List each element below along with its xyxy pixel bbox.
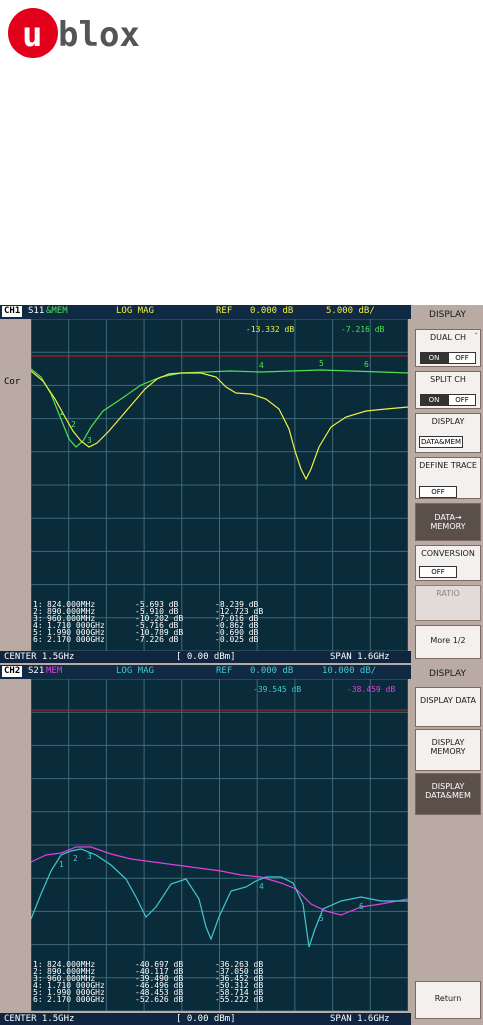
ch1-marker-value-b: -0.025 dB	[215, 635, 259, 644]
ch2-marker-label: 3	[87, 852, 92, 861]
ch2-ref-label: REF	[216, 666, 233, 676]
data-to-memory-label: DATA→ MEMORY	[430, 513, 466, 531]
more-label: More 1/2	[430, 636, 466, 645]
ch2-marker-label: 1	[59, 860, 64, 869]
display-data-softkey[interactable]: DISPLAY DATA	[415, 687, 481, 727]
ch1-marker-readout-2: -7.216 dB	[341, 325, 385, 334]
ch2-marker-label: 4	[259, 882, 264, 891]
split-ch-off[interactable]: OFF	[448, 394, 476, 406]
ch2-power: [ 0.00 dBm]	[176, 1014, 236, 1024]
ch2-marker-value-a: -52.626 dB	[135, 995, 183, 1004]
ch2-format: LOG MAG	[116, 666, 154, 676]
ch1-marker-label: 4	[259, 361, 264, 370]
more-softkey[interactable]: More 1/2	[415, 625, 481, 659]
ch1-marker-label: 3	[87, 436, 92, 445]
ch1-marker-label: 2	[71, 420, 76, 429]
return-label: Return	[434, 994, 462, 1003]
ch2-marker-value-b: -55.222 dB	[215, 995, 263, 1004]
correction-indicator: Cor	[4, 377, 21, 387]
display-datamem-label: DISPLAY DATA&MEM	[425, 782, 471, 800]
ch2-marker-readout-1: -39.545 dB	[253, 685, 301, 694]
define-trace-softkey[interactable]: DEFINE TRACE OFF	[415, 457, 481, 499]
network-analyzer-screen: CH1 S11 &MEM LOG MAG REF 0.000 dB 5.000 …	[0, 305, 483, 1025]
data-to-memory-softkey[interactable]: DATA→ MEMORY	[415, 503, 481, 541]
display-label: DISPLAY	[431, 417, 465, 426]
ch2-marker-label: 5	[319, 914, 324, 923]
dual-ch-label: DUAL CH	[429, 333, 467, 342]
display-data-label: DISPLAY DATA	[420, 696, 476, 705]
svg-text:u: u	[22, 15, 42, 55]
ublox-logo: u blox	[0, 0, 160, 70]
softkey-corner-icon: ⁺	[474, 331, 478, 339]
ch2-span: SPAN 1.6GHz	[330, 1014, 390, 1024]
ch1-ref-label: REF	[216, 306, 233, 316]
conversion-value: OFF	[419, 566, 457, 578]
display-softkey[interactable]: DISPLAY DATA&MEM	[415, 413, 481, 453]
conversion-label: CONVERSION	[421, 549, 475, 558]
ch1-trace-mem: &MEM	[46, 306, 68, 316]
ch2-plot-area: -39.545 dB -38.459 dB 1 2 3 4 5 6 1: 824.000MHz -4…	[30, 678, 409, 1012]
ch2-footer: CENTER 1.5GHz [ 0.00 dBm] SPAN 1.6GHz	[0, 1013, 411, 1025]
ch1-scale: 5.000 dB/	[326, 306, 375, 316]
ch1-trace: S11	[28, 306, 45, 316]
split-ch-softkey[interactable]: SPLIT CH ON OFF	[415, 371, 481, 409]
split-ch-toggle[interactable]: ON OFF	[420, 394, 476, 406]
dual-ch-softkey[interactable]: ⁺ DUAL CH ON OFF	[415, 329, 481, 367]
ch2-marker-number: 6:	[33, 995, 43, 1004]
channel-1-display: CH1 S11 &MEM LOG MAG REF 0.000 dB 5.000 …	[0, 305, 411, 663]
ch2-trace-mem: MEM	[46, 666, 63, 676]
ch2-scale: 10.000 dB/	[322, 666, 377, 676]
ch1-marker-label: 1	[59, 408, 64, 417]
ch1-label: CH1	[2, 306, 23, 317]
ch1-marker-number: 6:	[33, 635, 43, 644]
define-trace-label: DEFINE TRACE	[419, 461, 477, 470]
ratio-label: RATIO	[436, 589, 460, 598]
ch2-center: CENTER 1.5GHz	[4, 1014, 75, 1024]
split-ch-on[interactable]: ON	[420, 394, 448, 406]
ch1-span: SPAN 1.6GHz	[330, 652, 390, 662]
display-value: DATA&MEM	[419, 436, 463, 448]
softkey-panel: DISPLAY ⁺ DUAL CH ON OFF SPLIT CH ON OFF D…	[412, 305, 483, 1025]
dual-ch-on[interactable]: ON	[420, 352, 448, 364]
ch1-power: [ 0.00 dBm]	[176, 652, 236, 662]
ch1-header: CH1 S11 &MEM LOG MAG REF 0.000 dB 5.000 …	[0, 305, 411, 319]
ch1-trace-plot: -13.332 dB -7.216 dB1234 5 61: 824.000MHz -5.…	[30, 318, 409, 652]
split-ch-label: SPLIT CH	[430, 375, 466, 384]
ch1-marker-label: 5	[319, 359, 324, 368]
define-trace-value: OFF	[419, 486, 457, 498]
ch2-ref-value: 0.000 dB	[250, 666, 294, 676]
ch2-label: CH2	[2, 666, 23, 677]
softkey-title-display-2: DISPLAY	[429, 669, 466, 679]
ratio-softkey[interactable]: RATIO	[415, 585, 481, 621]
ch2-marker-freq: 2.170 000GHz	[47, 995, 105, 1004]
ch1-marker-value-a: -7.226 dB	[135, 635, 179, 644]
ch2-header: CH2 S21 MEM LOG MAG REF 0.000 dB 10.000 …	[0, 665, 411, 679]
ch1-center: CENTER 1.5GHz	[4, 652, 75, 662]
ch1-footer: CENTER 1.5GHz [ 0.00 dBm] SPAN 1.6GHz	[0, 651, 411, 663]
ch2-trace: S21	[28, 666, 45, 676]
softkey-title-display: DISPLAY	[429, 310, 466, 320]
conversion-softkey[interactable]: CONVERSION OFF	[415, 545, 481, 581]
return-softkey[interactable]: Return	[415, 981, 481, 1019]
display-memory-softkey[interactable]: DISPLAY MEMORY	[415, 729, 481, 771]
ch2-marker-label: 2	[73, 854, 78, 863]
ch1-format: LOG MAG	[116, 306, 154, 316]
ch1-marker-freq: 2.170 000GHz	[47, 635, 105, 644]
ch2-trace-plot: -39.545 dB -38.459 dB12 34561: 824.000MHz -4…	[30, 678, 409, 1012]
dual-ch-off[interactable]: OFF	[448, 352, 476, 364]
ch2-marker-label: 6	[359, 902, 364, 911]
display-memory-label: DISPLAY MEMORY	[430, 738, 466, 756]
channel-2-display: CH2 S21 MEM LOG MAG REF 0.000 dB 10.000 …	[0, 665, 411, 1025]
dual-ch-toggle[interactable]: ON OFF	[420, 352, 476, 364]
display-datamem-softkey[interactable]: DISPLAY DATA&MEM	[415, 773, 481, 815]
ch1-marker-readout-1: -13.332 dB	[246, 325, 294, 334]
ch1-marker-label: 6	[364, 360, 369, 369]
ch2-marker-readout-2: -38.459 dB	[347, 685, 395, 694]
svg-text:blox: blox	[58, 15, 140, 55]
ch1-plot-area: -13.332 dB -7.216 dB 1 2 3 4 5 6 1: 824.000MHz -5.…	[30, 318, 409, 652]
ch1-ref-value: 0.000 dB	[250, 306, 294, 316]
